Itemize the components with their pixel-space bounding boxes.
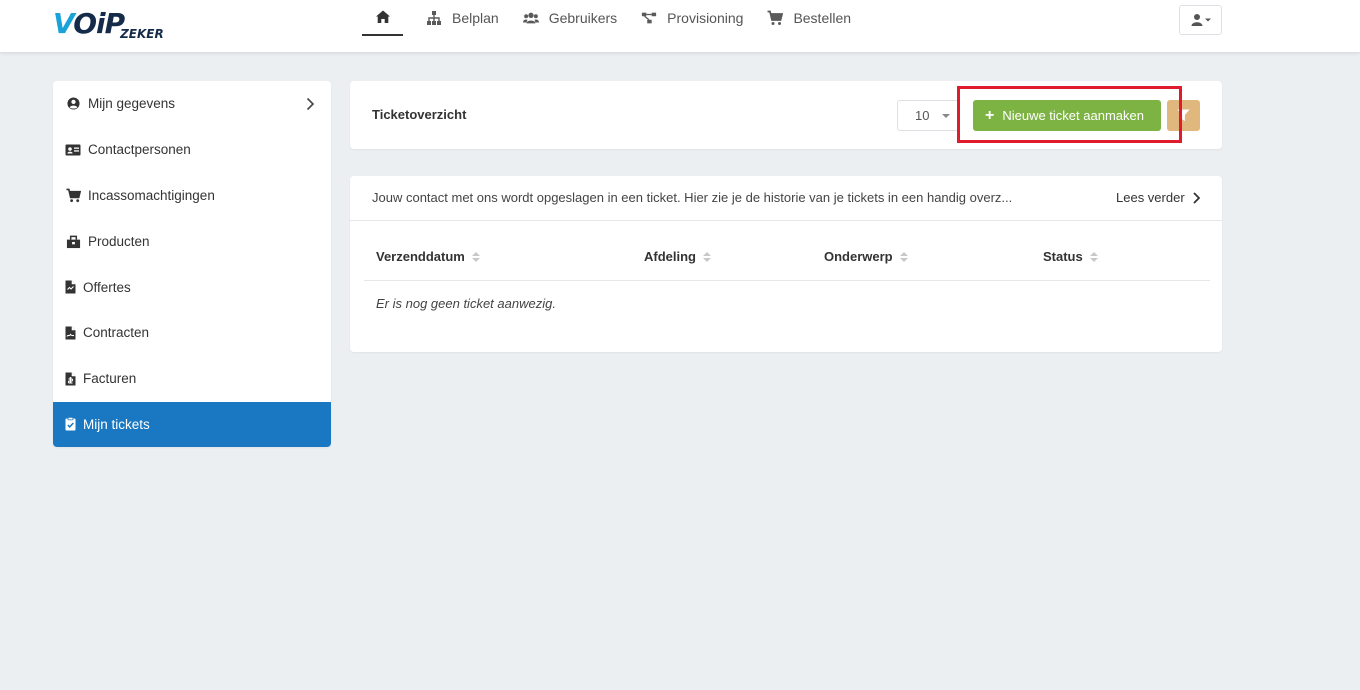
id-card-icon (65, 142, 81, 158)
nav-provisioning-label: Provisioning (667, 10, 744, 26)
main-nav: Belplan Gebruikers Provisioning Bestelle… (362, 0, 863, 36)
file-icon (65, 279, 76, 295)
sidebar-item-label: Mijn tickets (83, 416, 150, 432)
ticket-overview-header: Ticketoverzicht 10 + Nieuwe ticket aanma… (350, 81, 1222, 149)
logo-letter: V (53, 7, 74, 40)
sidebar-item-label: Facturen (83, 371, 137, 387)
caret-down-icon (942, 114, 950, 118)
page-size-select[interactable]: 10 (897, 100, 959, 131)
column-label: Status (1043, 249, 1083, 264)
table-header: Verzenddatum Afdeling Onderwerp Status (364, 236, 1210, 281)
sidebar-item-offertes[interactable]: Offertes (53, 264, 331, 310)
empty-state-message: Er is nog geen ticket aanwezig. (376, 296, 556, 311)
sort-icon (471, 251, 480, 262)
sort-icon (899, 251, 908, 262)
chevron-right-icon (306, 97, 315, 111)
top-bar: VOiP ZEKER Belplan Gebruikers Provisioni… (0, 0, 1360, 53)
nav-gebruikers-label: Gebruikers (548, 10, 618, 26)
user-caret-icon (1191, 14, 1211, 26)
nav-belplan[interactable]: Belplan (414, 0, 511, 36)
info-bar: Jouw contact met ons wordt opgeslagen in… (350, 176, 1222, 221)
logo-subtitle: ZEKER (120, 27, 164, 41)
sort-icon (703, 251, 711, 262)
page-size-value: 10 (915, 108, 930, 123)
sidebar-item-label: Incassomachtigingen (88, 187, 215, 203)
nav-bestellen[interactable]: Bestellen (755, 0, 863, 36)
sidebar-item-mijn-tickets[interactable]: Mijn tickets (53, 401, 331, 448)
sidebar-item-contracten[interactable]: Contracten (53, 310, 331, 356)
sidebar-item-incassomachtigingen[interactable]: Incassomachtigingen (53, 173, 331, 219)
nav-gebruikers[interactable]: Gebruikers (511, 0, 629, 36)
nav-belplan-label: Belplan (452, 10, 499, 26)
sidebar-item-contactpersonen[interactable]: Contactpersonen (53, 127, 331, 173)
users-icon (522, 10, 539, 26)
column-header-afdeling[interactable]: Afdeling (644, 249, 711, 264)
sidebar-item-mijn-gegevens[interactable]: Mijn gegevens (53, 81, 331, 127)
column-label: Onderwerp (824, 249, 893, 264)
voip-zeker-logo[interactable]: VOiP ZEKER (53, 6, 164, 41)
cart-icon (767, 10, 784, 26)
account-sidebar: Mijn gegevens Contactpersonen Incassomac… (53, 81, 331, 448)
project-diagram-icon (641, 10, 657, 26)
cart-icon (65, 187, 81, 203)
sort-icon (1089, 251, 1098, 262)
info-text: Jouw contact met ons wordt opgeslagen in… (372, 190, 1013, 205)
sidebar-item-label: Mijn gegevens (88, 96, 176, 112)
column-label: Afdeling (644, 249, 696, 264)
sidebar-item-producten[interactable]: Producten (53, 218, 331, 264)
logo-word: OiP (73, 7, 125, 40)
clipboard-check-icon (65, 416, 76, 432)
box-icon (65, 233, 81, 249)
sidebar-item-label: Producten (88, 233, 150, 249)
column-label: Verzenddatum (376, 249, 465, 264)
read-more-link[interactable]: Lees verder (1116, 190, 1200, 205)
plus-icon: + (985, 106, 995, 124)
file-invoice-icon (65, 371, 76, 387)
column-header-verzenddatum[interactable]: Verzenddatum (376, 249, 480, 264)
nav-provisioning[interactable]: Provisioning (629, 0, 755, 36)
new-ticket-button[interactable]: + Nieuwe ticket aanmaken (973, 100, 1161, 131)
home-icon (375, 9, 391, 25)
column-header-status[interactable]: Status (1043, 249, 1098, 264)
sidebar-item-label: Contactpersonen (88, 142, 191, 158)
read-more-label: Lees verder (1116, 190, 1185, 205)
tickets-card: Jouw contact met ons wordt opgeslagen in… (350, 176, 1222, 352)
user-circle-icon (65, 96, 81, 112)
sidebar-item-label: Offertes (83, 279, 131, 295)
nav-home[interactable] (362, 0, 403, 36)
page-title: Ticketoverzicht (372, 107, 467, 122)
user-menu-button[interactable] (1179, 5, 1222, 35)
sidebar-item-label: Contracten (83, 325, 150, 341)
column-header-onderwerp[interactable]: Onderwerp (824, 249, 908, 264)
filter-icon (1177, 109, 1190, 122)
chevron-right-icon (1193, 191, 1200, 204)
nav-bestellen-label: Bestellen (793, 10, 852, 26)
file-signature-icon (65, 325, 76, 341)
sitemap-icon (426, 10, 442, 26)
sidebar-item-facturen[interactable]: Facturen (53, 356, 331, 402)
filter-button[interactable] (1167, 100, 1200, 131)
new-ticket-label: Nieuwe ticket aanmaken (1002, 108, 1144, 123)
